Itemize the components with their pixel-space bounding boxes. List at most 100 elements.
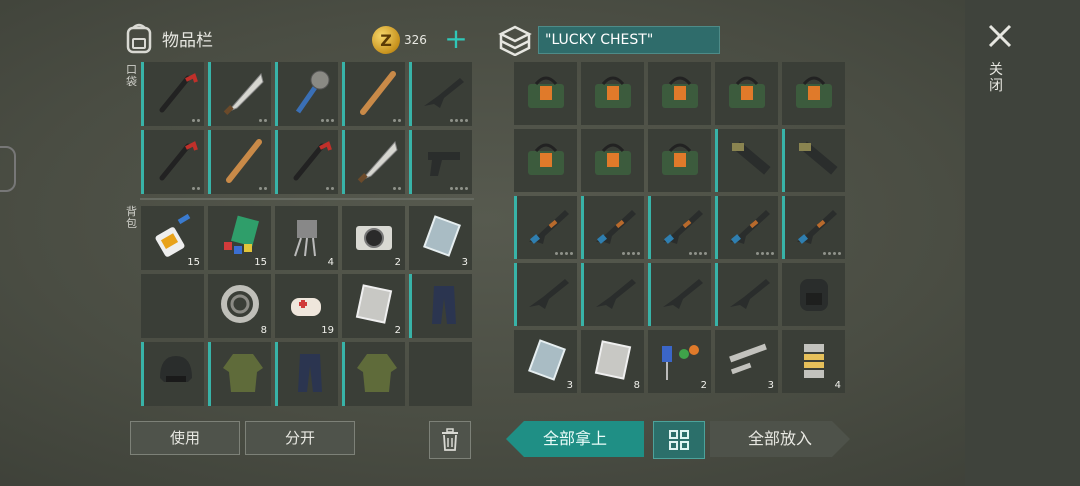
inventory.pockets-slot[interactable] — [409, 130, 472, 194]
pocket-grid — [141, 62, 472, 194]
assault-rifle-icon — [596, 279, 636, 309]
chest.items-slot[interactable] — [581, 196, 644, 259]
backpack-section-label: 背包 — [126, 205, 137, 230]
inventory.backpack-slot[interactable]: 15 — [141, 206, 204, 270]
close-label[interactable]: 关闭 — [989, 62, 1009, 94]
inventory.backpack-slot[interactable] — [342, 342, 405, 406]
chest.items-slot[interactable] — [782, 62, 845, 125]
assault-rifle-icon — [529, 279, 569, 309]
right-side-panel — [965, 0, 1080, 486]
inventory.pockets-slot[interactable] — [208, 62, 271, 126]
explosive-icon — [595, 143, 631, 175]
inventory.backpack-slot[interactable]: 19 — [275, 274, 338, 338]
coin-count: 326 — [404, 33, 427, 47]
inventory.backpack-slot[interactable]: 3 — [409, 206, 472, 270]
inventory.backpack-slot[interactable] — [208, 342, 271, 406]
put-all-button[interactable]: 全部放入 — [710, 421, 850, 457]
pistol-icon — [428, 152, 460, 176]
chest.items-slot[interactable] — [514, 129, 577, 192]
split-button[interactable]: 分开 — [245, 421, 355, 455]
close-icon[interactable] — [986, 22, 1014, 50]
durability-dots — [321, 119, 334, 122]
item-quantity: 4 — [834, 380, 841, 391]
inventory.backpack-slot[interactable] — [141, 342, 204, 406]
item-quantity: 15 — [254, 257, 267, 268]
inventory.pockets-slot[interactable] — [275, 130, 338, 194]
inventory.backpack-slot[interactable]: 2 — [342, 206, 405, 270]
bearing-icon — [221, 285, 259, 323]
pocket-section-label: 口袋 — [126, 63, 137, 88]
inventory.backpack-slot[interactable]: 2 — [342, 274, 405, 338]
inventory.backpack-slot[interactable] — [409, 342, 472, 406]
ak-rifle-icon — [663, 210, 703, 244]
inventory.pockets-slot[interactable] — [275, 62, 338, 126]
inventory-title: 物品栏 — [162, 30, 213, 51]
grid-layout-button[interactable] — [653, 421, 705, 459]
inventory.backpack-slot[interactable] — [141, 274, 204, 338]
inventory.pockets-slot[interactable] — [342, 62, 405, 126]
backpack-icon — [126, 23, 152, 54]
glass-icon — [423, 215, 461, 257]
pants-icon — [432, 286, 456, 324]
chest.items-slot[interactable] — [581, 62, 644, 125]
chest.items-slot[interactable] — [782, 129, 845, 192]
chest.items-slot[interactable] — [715, 196, 778, 259]
explosive-icon — [662, 143, 698, 175]
chest.items-slot[interactable] — [648, 263, 711, 326]
cloth-icon — [224, 215, 259, 254]
chest.items-slot[interactable] — [581, 129, 644, 192]
helmet-icon — [160, 356, 192, 382]
inventory.backpack-slot[interactable] — [409, 274, 472, 338]
chest.items-slot[interactable] — [648, 129, 711, 192]
coin-symbol: Z — [380, 30, 392, 50]
use-button[interactable]: 使用 — [130, 421, 240, 455]
take-all-button[interactable]: 全部拿上 — [506, 421, 644, 457]
chest.items-slot[interactable] — [581, 263, 644, 326]
inventory.pockets-slot[interactable] — [141, 62, 204, 126]
item-quantity: 8 — [633, 380, 640, 391]
assault-rifle-icon — [730, 279, 770, 309]
chest.items-slot[interactable]: 2 — [648, 330, 711, 393]
trash-button[interactable] — [429, 421, 471, 459]
inventory.pockets-slot[interactable] — [141, 130, 204, 194]
chest.items-slot[interactable] — [514, 263, 577, 326]
bandage-icon — [291, 298, 321, 316]
assault-rifle-icon — [424, 78, 464, 108]
chest.items-slot[interactable]: 8 — [581, 330, 644, 393]
inventory.backpack-slot[interactable]: 8 — [208, 274, 271, 338]
chest-icon — [498, 25, 532, 56]
add-currency-button[interactable]: + — [444, 25, 468, 54]
explosive-icon — [595, 76, 631, 108]
chest-name-field[interactable]: "LUCKY CHEST" — [538, 26, 720, 54]
glue-icon — [155, 213, 191, 257]
durability-dots — [756, 252, 774, 255]
side-handle[interactable] — [0, 146, 16, 192]
explosive-icon — [729, 76, 765, 108]
spiked-club-icon — [295, 70, 330, 114]
inventory.pockets-slot[interactable] — [409, 62, 472, 126]
inventory.backpack-slot[interactable]: 15 — [208, 206, 271, 270]
ak-rifle-icon — [730, 210, 770, 244]
inventory.backpack-slot[interactable] — [275, 342, 338, 406]
chest.items-slot[interactable]: 3 — [715, 330, 778, 393]
chest.items-slot[interactable] — [782, 263, 845, 326]
inventory.pockets-slot[interactable] — [342, 130, 405, 194]
explosive-icon — [662, 76, 698, 108]
chest.items-slot[interactable] — [715, 62, 778, 125]
chest.items-slot[interactable] — [715, 263, 778, 326]
explosive-icon — [796, 76, 832, 108]
crowbar-icon — [159, 73, 198, 113]
chest.items-slot[interactable]: 4 — [782, 330, 845, 393]
chest.items-slot[interactable] — [648, 196, 711, 259]
chest.items-slot[interactable] — [648, 62, 711, 125]
durability-dots — [450, 119, 468, 122]
chest.items-slot[interactable] — [715, 129, 778, 192]
item-quantity: 3 — [461, 257, 468, 268]
inventory.backpack-slot[interactable]: 4 — [275, 206, 338, 270]
inventory.pockets-slot[interactable] — [208, 130, 271, 194]
chest.items-slot[interactable] — [782, 196, 845, 259]
chest.items-slot[interactable] — [514, 196, 577, 259]
item-quantity: 4 — [327, 257, 334, 268]
chest.items-slot[interactable]: 3 — [514, 330, 577, 393]
chest.items-slot[interactable] — [514, 62, 577, 125]
